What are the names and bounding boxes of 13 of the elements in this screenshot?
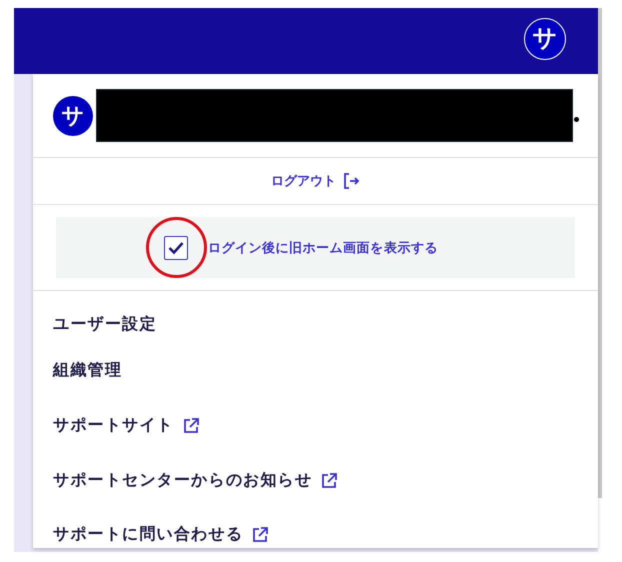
- avatar[interactable]: サ: [524, 18, 566, 60]
- menu-item[interactable]: サポートセンターからのお知らせ: [53, 469, 338, 493]
- show-old-home-checkbox[interactable]: ログイン後に旧ホーム画面を表示する: [164, 236, 438, 260]
- menu-item[interactable]: サポートに問い合わせる: [53, 523, 270, 547]
- scrollbar[interactable]: [598, 8, 602, 498]
- logout-icon: [342, 172, 360, 190]
- menu-item[interactable]: ユーザー設定: [53, 313, 157, 337]
- checkbox[interactable]: [164, 236, 188, 260]
- avatar: サ: [53, 96, 93, 136]
- logout-button[interactable]: ログアウト: [271, 171, 360, 191]
- menu-item[interactable]: 組織管理: [53, 359, 122, 383]
- menu-item[interactable]: サポートサイト: [53, 414, 200, 438]
- check-icon: [168, 240, 184, 254]
